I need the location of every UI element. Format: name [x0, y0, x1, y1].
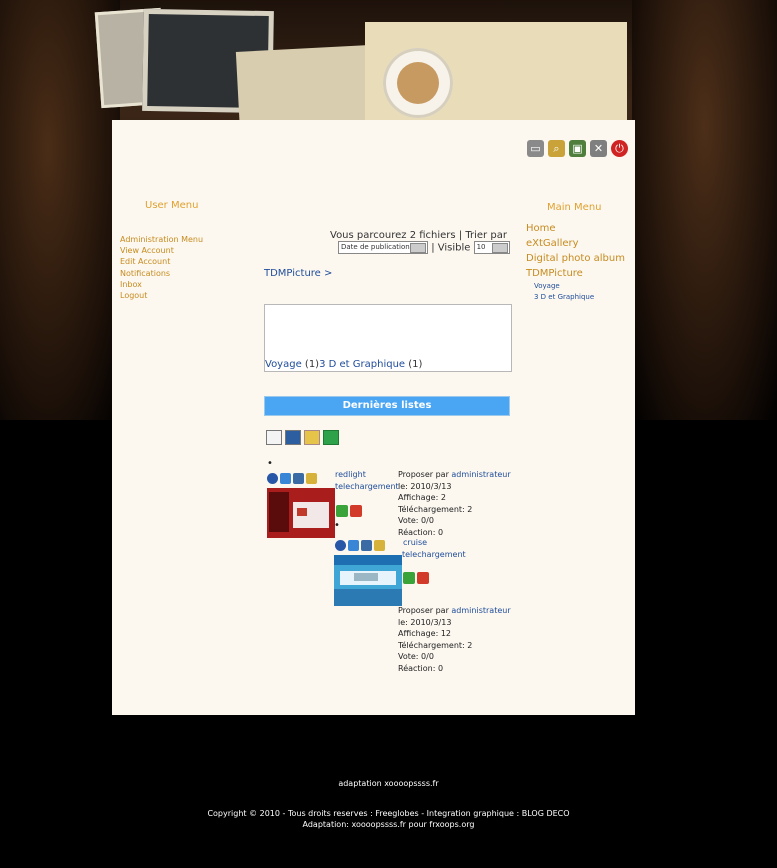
edit-icon[interactable] [306, 473, 317, 484]
category-3d[interactable]: 3 D et Graphique [319, 359, 405, 370]
bullet: • [267, 458, 273, 469]
main-menu-tdmpicture[interactable]: TDMPicture [526, 266, 625, 281]
footer-credits: Adaptation: xoooopssss.fr pour frxoops.o… [302, 820, 475, 829]
file-views: Affichage: 12 [398, 629, 451, 638]
download-arrow-icon[interactable] [323, 430, 339, 445]
file-actions [267, 473, 317, 484]
chevron-down-icon [410, 243, 426, 253]
file-download-link[interactable]: telechargement [335, 481, 399, 493]
main-menu-extgallery[interactable]: eXtGallery [526, 236, 625, 251]
sort-select-value: Date de publication [341, 243, 410, 251]
main-menu-home[interactable]: Home [526, 221, 625, 236]
file-name[interactable]: cruise [402, 537, 466, 549]
main-menu-sub-3d[interactable]: 3 D et Graphique [534, 292, 625, 303]
breadcrumb[interactable]: TDMPicture > [264, 268, 332, 279]
file-name[interactable]: redlight [335, 469, 399, 481]
category-voyage-count: (1) [304, 359, 320, 370]
file-link[interactable]: cruise telechargement [402, 537, 466, 560]
monitor-icon[interactable] [285, 430, 301, 445]
mail-icon[interactable] [361, 540, 372, 551]
file-downloads: Téléchargement: 2 [398, 504, 473, 514]
download-icon[interactable] [348, 540, 359, 551]
slideshow-icon[interactable] [304, 430, 320, 445]
visible-select-value: 10 [476, 243, 486, 251]
sort-label: | Trier par [458, 230, 507, 241]
mail-icon[interactable] [293, 473, 304, 484]
power-icon[interactable]: ⏻ [611, 140, 628, 157]
download-icon[interactable] [280, 473, 291, 484]
list-view-icon[interactable] [266, 430, 282, 445]
thumbs-up-icon[interactable] [336, 505, 348, 517]
category-list: Voyage (1)3 D et Graphique (1) [265, 359, 422, 370]
category-3d-count: (1) [408, 359, 423, 370]
main-menu-title: Main Menu [547, 202, 602, 213]
user-menu-title: User Menu [145, 200, 199, 211]
main-menu: Home eXtGallery Digital photo album TDMP… [526, 221, 625, 303]
menu-item-notifications[interactable]: Notifications [120, 268, 203, 279]
file-link[interactable]: redlight telechargement [335, 469, 399, 492]
view-controls [266, 430, 339, 445]
footer-copyright: Copyright © 2010 - Tous droits reserves … [207, 809, 570, 818]
wood-right [632, 0, 777, 420]
sort-select[interactable]: Date de publication [338, 241, 428, 254]
file-download-link[interactable]: telechargement [402, 549, 466, 561]
image-icon[interactable]: ▣ [569, 140, 586, 157]
file-thumbnail[interactable] [267, 488, 335, 538]
file-info: Proposer par administrateur le: 2010/3/1… [398, 605, 511, 674]
edit-icon[interactable] [374, 540, 385, 551]
info-icon[interactable] [335, 540, 346, 551]
menu-item-inbox[interactable]: Inbox [120, 279, 203, 290]
file-thumbnail[interactable] [334, 555, 402, 606]
file-vote: Vote: 0/0 [398, 652, 434, 661]
vote-buttons [336, 505, 362, 517]
tools-icon[interactable]: ✕ [590, 140, 607, 157]
search-icon[interactable]: ⌕ [548, 140, 565, 157]
main-menu-digital-album[interactable]: Digital photo album [526, 251, 625, 266]
vote-buttons [403, 572, 429, 584]
browse-count: Vous parcourez 2 fichiers [330, 230, 456, 241]
file-date: le: 2010/3/13 [398, 617, 452, 627]
menu-item-view-account[interactable]: View Account [120, 245, 203, 256]
chevron-down-icon [491, 243, 508, 253]
file-views: Affichage: 2 [398, 493, 446, 502]
footer-adaptation: adaptation xoooopssss.fr [338, 779, 439, 788]
visible-label: | Visible [431, 242, 471, 254]
menu-item-admin[interactable]: Administration Menu [120, 234, 203, 245]
latest-listings-header: Dernières listes [264, 396, 510, 416]
main-menu-sub-voyage[interactable]: Voyage [534, 281, 625, 292]
info-icon[interactable] [267, 473, 278, 484]
pda-icon[interactable]: ▭ [527, 140, 544, 157]
file-reaction: Réaction: 0 [398, 663, 444, 673]
user-menu: Administration Menu View Account Edit Ac… [120, 234, 203, 301]
proposed-label: Proposer par [398, 470, 449, 479]
menu-item-edit-account[interactable]: Edit Account [120, 256, 203, 267]
file-date: le: 2010/3/13 [398, 481, 452, 491]
file-info: Proposer par administrateur le: 2010/3/1… [398, 469, 511, 538]
file-downloads: Téléchargement: 2 [398, 640, 473, 650]
file-vote: Vote: 0/0 [398, 516, 434, 525]
menu-item-logout[interactable]: Logout [120, 290, 203, 301]
file-actions [335, 540, 385, 551]
visible-select[interactable]: 10 [473, 241, 510, 254]
toolbar: ▭ ⌕ ▣ ✕ ⏻ [527, 140, 628, 157]
category-voyage[interactable]: Voyage [265, 359, 302, 370]
thumbs-down-icon[interactable] [350, 505, 362, 517]
coffee-cup [383, 48, 453, 118]
browse-bar: Vous parcourez 2 fichiers | Trier par Da… [330, 230, 510, 254]
thumbs-up-icon[interactable] [403, 572, 415, 584]
bullet: • [334, 520, 340, 531]
thumbs-down-icon[interactable] [417, 572, 429, 584]
proposed-label: Proposer par [398, 606, 449, 615]
author-link[interactable]: administrateur [451, 470, 510, 479]
author-link[interactable]: administrateur [451, 606, 510, 615]
